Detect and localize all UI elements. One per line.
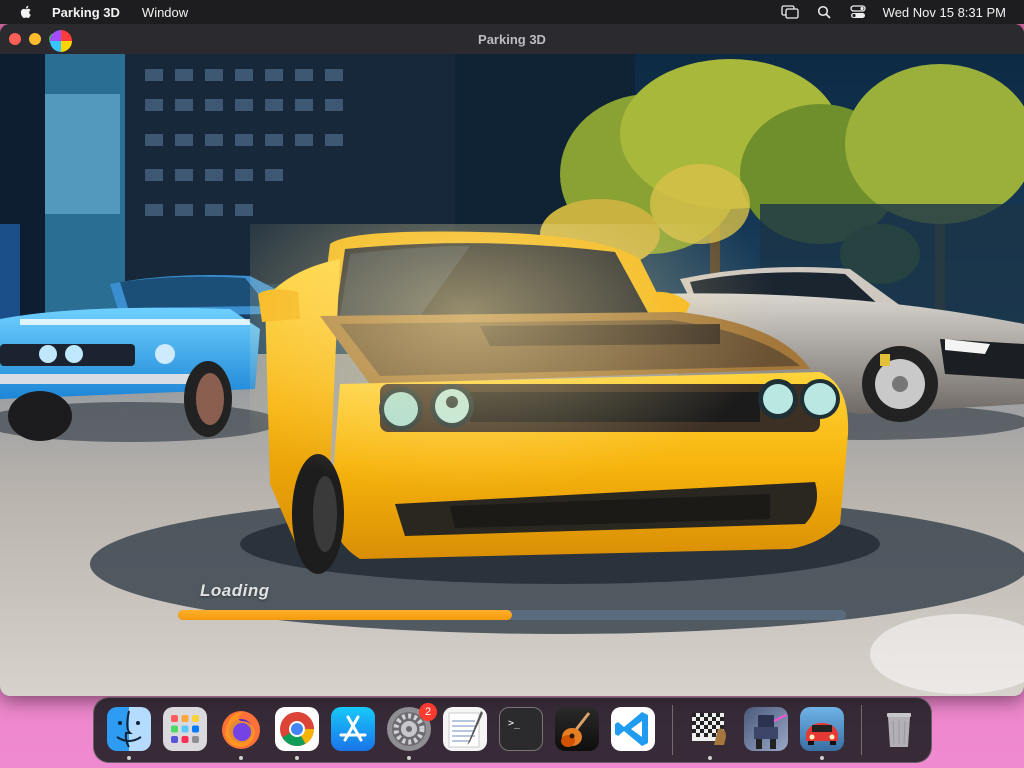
control-center-icon[interactable]: [849, 4, 867, 20]
game-window: Parking 3D Loading: [0, 24, 1024, 696]
dock-item-vscode[interactable]: [611, 707, 657, 753]
apple-icon[interactable]: [18, 4, 34, 20]
dock-item-finder[interactable]: [107, 707, 153, 760]
launchpad-icon: [163, 707, 207, 751]
loading-label: Loading: [200, 581, 270, 600]
svg-text:>_: >_: [508, 718, 521, 729]
guitar-icon: [555, 707, 599, 751]
dock-item-trash[interactable]: [877, 707, 923, 753]
dock-separator: [861, 705, 862, 755]
mech-game-icon: [744, 707, 788, 751]
chrome-icon: [275, 707, 319, 751]
trash-icon: [877, 707, 921, 751]
running-indicator: [295, 756, 299, 760]
dock-item-garageband[interactable]: [555, 707, 601, 753]
running-indicator: [407, 756, 411, 760]
vscode-icon: [611, 707, 655, 751]
dock-item-parking-3d[interactable]: [800, 707, 846, 760]
search-icon[interactable]: [815, 4, 833, 20]
running-indicator: [708, 756, 712, 760]
app-store-icon: [331, 707, 375, 751]
running-indicator: [127, 756, 131, 760]
menu-bar: Parking 3D Window Wed Nov 15 8:31 PM: [0, 0, 1024, 24]
finder-icon: [107, 707, 151, 751]
parking-car-icon: [800, 707, 844, 751]
dock-item-app-store[interactable]: [331, 707, 377, 753]
dock-item-mech-game[interactable]: [744, 707, 790, 753]
firefox-icon: [219, 707, 263, 751]
dock-separator: [672, 705, 673, 755]
running-indicator: [820, 756, 824, 760]
dock-item-chess[interactable]: [688, 707, 734, 760]
dock-item-firefox[interactable]: [219, 707, 265, 760]
menu-app-name[interactable]: Parking 3D: [52, 5, 120, 20]
chess-icon: [688, 707, 732, 751]
menu-clock[interactable]: Wed Nov 15 8:31 PM: [883, 5, 1006, 20]
dock-item-system-settings[interactable]: 2: [387, 703, 437, 760]
textedit-icon: [443, 707, 487, 751]
dock-item-textedit[interactable]: [443, 707, 489, 753]
terminal-icon: >_: [499, 707, 543, 751]
menu-window[interactable]: Window: [142, 5, 188, 20]
dock-item-launchpad[interactable]: [163, 707, 209, 753]
dock-item-chrome[interactable]: [275, 707, 321, 760]
game-scene[interactable]: Loading: [0, 54, 1024, 696]
loading-artwork: [0, 54, 1024, 696]
window-title: Parking 3D: [478, 32, 546, 47]
screen-mirror-icon[interactable]: [781, 4, 799, 20]
loading-progress-bar: [178, 610, 846, 620]
running-indicator: [239, 756, 243, 760]
window-titlebar[interactable]: Parking 3D: [0, 24, 1024, 54]
dock: 2 >_: [93, 697, 932, 763]
notification-badge: 2: [419, 703, 437, 721]
dock-item-terminal[interactable]: >_: [499, 707, 545, 753]
loading-progress-fill: [178, 610, 512, 620]
